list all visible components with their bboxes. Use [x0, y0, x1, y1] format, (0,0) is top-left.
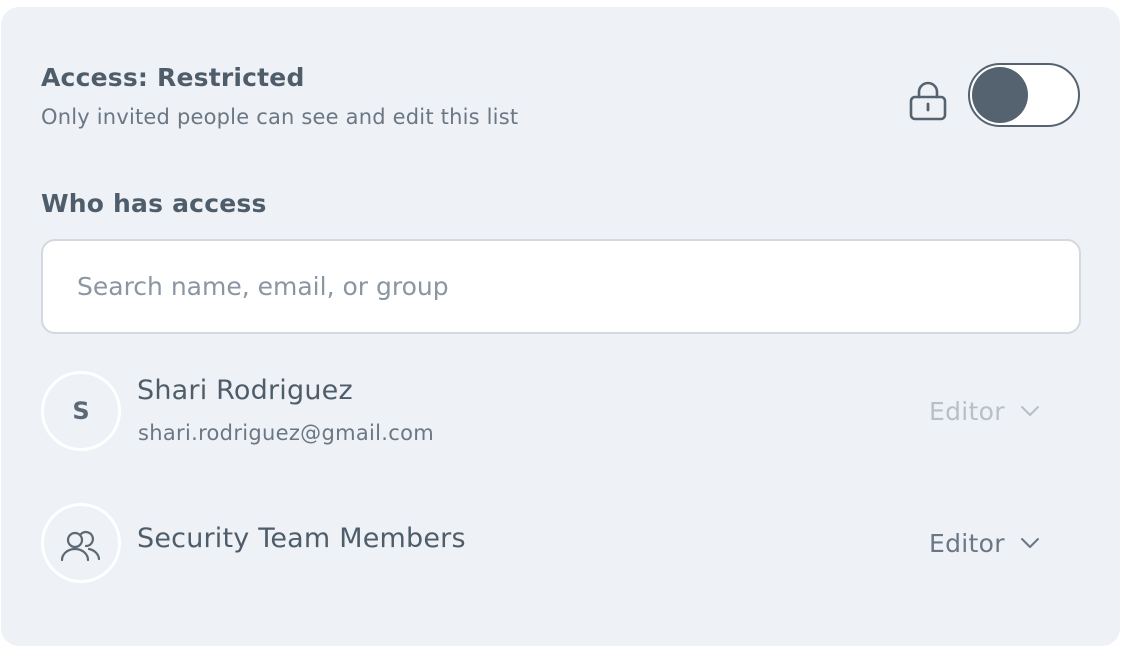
avatar-initial: S	[72, 397, 90, 425]
toggle-knob	[972, 67, 1028, 123]
share-access-panel: Access: Restricted Only invited people c…	[1, 7, 1120, 646]
member-email: shari.rodriguez@gmail.com	[138, 421, 435, 445]
restricted-access-toggle[interactable]	[968, 63, 1080, 127]
avatar	[41, 503, 121, 583]
role-label: Editor	[929, 396, 1005, 426]
member-name: Security Team Members	[137, 523, 466, 554]
group-icon	[60, 530, 101, 562]
who-has-access-heading: Who has access	[41, 189, 267, 218]
access-title: Access: Restricted	[41, 63, 305, 92]
search-input[interactable]	[41, 239, 1081, 334]
chevron-down-icon	[1020, 538, 1039, 548]
access-description: Only invited people can see and edit thi…	[41, 105, 519, 129]
avatar: S	[41, 371, 121, 451]
role-label: Editor	[929, 528, 1005, 558]
member-name: Shari Rodriguez	[137, 375, 353, 406]
lock-icon	[909, 81, 947, 121]
chevron-down-icon	[1020, 406, 1039, 416]
role-dropdown[interactable]: Editor	[929, 523, 1041, 563]
role-dropdown[interactable]: Editor	[929, 391, 1041, 431]
